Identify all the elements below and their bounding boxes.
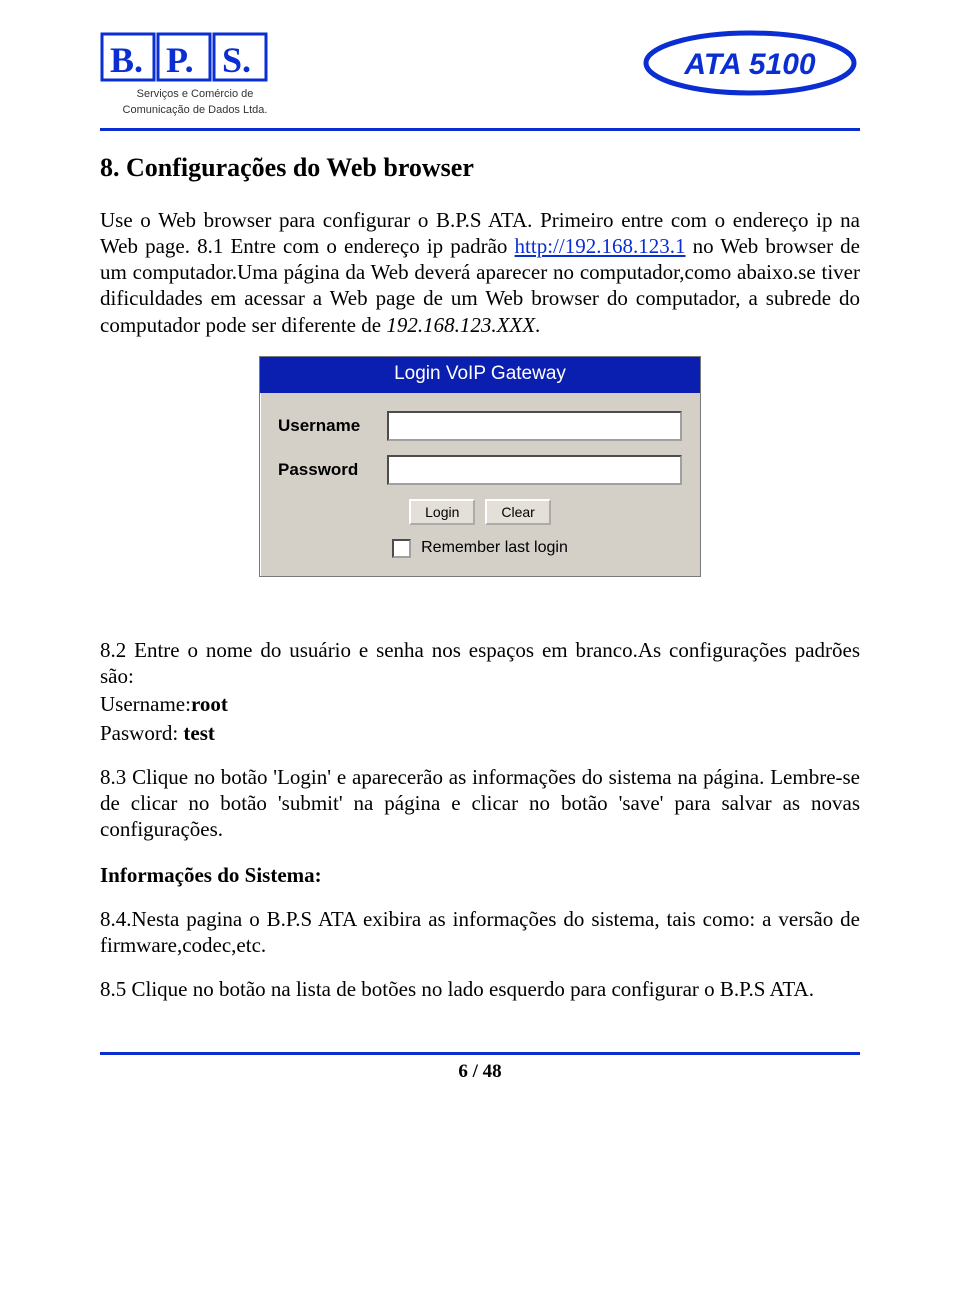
- button-row: Login Clear: [278, 499, 682, 525]
- password-label: Password: [278, 460, 373, 480]
- login-screenshot: Login VoIP Gateway Username Password Log…: [259, 356, 701, 577]
- default-password: Pasword: test: [100, 720, 860, 746]
- ata-logo-icon: ATA 5100: [640, 28, 860, 98]
- section-title: 8. Configurações do Web browser: [100, 153, 860, 183]
- p1-part-c: .: [535, 313, 540, 337]
- paragraph-8-1: Use o Web browser para configurar o B.P.…: [100, 207, 860, 338]
- svg-text:S.: S.: [222, 40, 251, 80]
- bps-logo-icon: B. P. S.: [100, 28, 270, 86]
- svg-text:P.: P.: [166, 40, 194, 80]
- password-key: Pasword:: [100, 721, 183, 745]
- paragraph-8-3: 8.3 Clique no botão 'Login' e aparecerão…: [100, 764, 860, 843]
- remember-checkbox[interactable]: [392, 539, 411, 558]
- login-titlebar: Login VoIP Gateway: [260, 357, 700, 393]
- bps-subtitle-1: Serviços e Comércio de: [100, 88, 290, 102]
- svg-text:B.: B.: [110, 40, 143, 80]
- remember-label: Remember last login: [421, 539, 568, 557]
- ata-logo: ATA 5100: [640, 28, 860, 98]
- default-username: Username:root: [100, 691, 860, 717]
- system-info-heading: Informações do Sistema:: [100, 863, 860, 888]
- page-header: B. P. S. Serviços e Comércio de Comunica…: [100, 28, 860, 118]
- login-button[interactable]: Login: [409, 499, 475, 525]
- password-value: test: [183, 721, 214, 745]
- paragraph-8-5: 8.5 Clique no botão na lista de botões n…: [100, 976, 860, 1002]
- username-input[interactable]: [387, 411, 682, 441]
- username-key: Username:: [100, 692, 191, 716]
- password-input[interactable]: [387, 455, 682, 485]
- bps-subtitle-2: Comunicação de Dados Ltda.: [100, 104, 290, 118]
- login-panel: Username Password Login Clear Remember l…: [260, 393, 700, 576]
- clear-button[interactable]: Clear: [485, 499, 550, 525]
- svg-text:ATA 5100: ATA 5100: [683, 48, 815, 81]
- paragraph-8-2: 8.2 Entre o nome do usuário e senha nos …: [100, 637, 860, 690]
- password-row: Password: [278, 455, 682, 485]
- default-ip-link[interactable]: http://192.168.123.1: [515, 234, 686, 258]
- paragraph-8-4: 8.4.Nesta pagina o B.P.S ATA exibira as …: [100, 906, 860, 959]
- username-value: root: [191, 692, 228, 716]
- subnet-pattern: 192.168.123.XXX: [386, 313, 535, 337]
- bps-logo: B. P. S. Serviços e Comércio de Comunica…: [100, 28, 290, 118]
- page-footer: 6 / 48: [100, 1052, 860, 1083]
- username-label: Username: [278, 416, 373, 436]
- header-divider: [100, 128, 860, 131]
- username-row: Username: [278, 411, 682, 441]
- remember-row: Remember last login: [278, 539, 682, 558]
